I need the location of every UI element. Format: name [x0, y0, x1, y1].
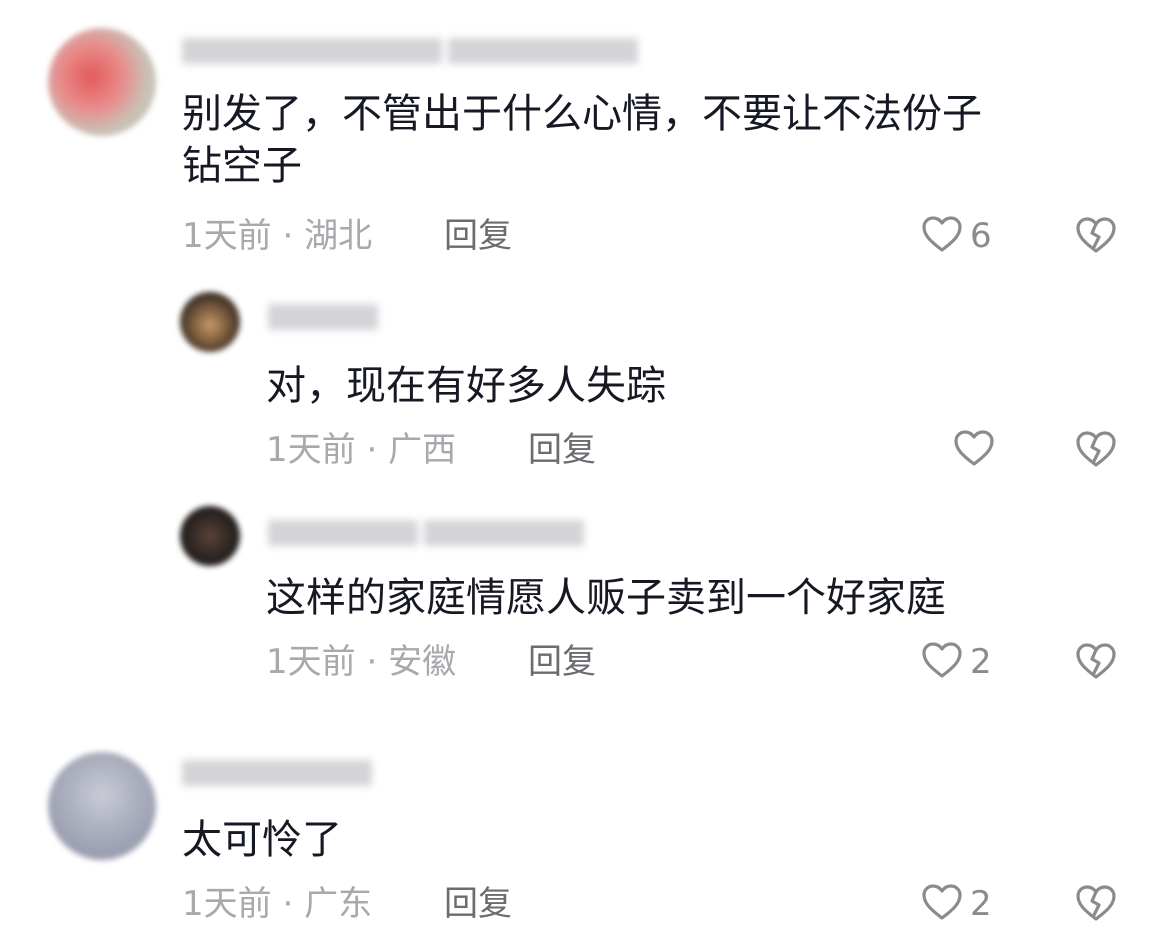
heart-icon [952, 428, 996, 472]
comment-location: 广东 [304, 884, 373, 924]
broken-heart-icon [1074, 431, 1118, 473]
reply-time: 1天前 [266, 642, 356, 682]
comment-text-line-1: 别发了，不管出于什么心情，不要让不法份子 [182, 91, 982, 137]
username-blurred[interactable] [268, 300, 388, 334]
broken-heart-icon [1074, 885, 1118, 927]
username-blurred[interactable] [182, 34, 652, 68]
reply-button[interactable]: 回复 [444, 216, 512, 256]
reply-location: 安徽 [388, 642, 457, 682]
meta-separator: · [282, 216, 294, 256]
meta-separator: · [282, 884, 294, 924]
reply-location: 广西 [388, 430, 457, 470]
dislike-button[interactable] [1074, 215, 1118, 259]
reply-button[interactable]: 回复 [528, 430, 596, 470]
like-button[interactable]: 2 [920, 638, 992, 686]
reply-1: 对，现在有好多人失踪 1天前 · 广西 回复 [0, 280, 1170, 480]
comment-text: 太可怜了 [182, 817, 342, 863]
comment-meta: 1天前 · 湖北 [182, 216, 372, 256]
reply-meta: 1天前 · 广西 [266, 430, 456, 470]
meta-separator: · [366, 642, 378, 682]
like-count: 2 [970, 884, 992, 924]
reply-text: 对，现在有好多人失踪 [266, 363, 666, 409]
heart-icon [920, 214, 964, 258]
reply-time: 1天前 [266, 430, 356, 470]
comment-time: 1天前 [182, 216, 272, 256]
comment-time: 1天前 [182, 884, 272, 924]
comment-location: 湖北 [304, 216, 373, 256]
comment-text-line-2: 钻空子 [182, 143, 302, 189]
heart-icon [920, 882, 964, 926]
reply-meta: 1天前 · 安徽 [266, 642, 456, 682]
avatar[interactable] [48, 28, 156, 136]
broken-heart-icon [1074, 217, 1118, 259]
like-count: 6 [970, 216, 992, 256]
dislike-button[interactable] [1074, 429, 1118, 473]
reply-text: 这样的家庭情愿人贩子卖到一个好家庭 [266, 575, 946, 621]
username-blurred[interactable] [182, 756, 382, 790]
avatar[interactable] [180, 506, 240, 566]
dislike-button[interactable] [1074, 641, 1118, 685]
dislike-button[interactable] [1074, 883, 1118, 927]
reply-2: 这样的家庭情愿人贩子卖到一个好家庭 1天前 · 安徽 回复 2 [0, 496, 1170, 696]
broken-heart-icon [1074, 643, 1118, 685]
avatar[interactable] [48, 752, 156, 860]
like-count: 2 [970, 642, 992, 682]
like-button[interactable]: 2 [920, 880, 992, 928]
comment-meta: 1天前 · 广东 [182, 884, 372, 924]
heart-icon [920, 640, 964, 684]
comment-text: 别发了，不管出于什么心情，不要让不法份子 钻空子 [182, 88, 982, 192]
comment-1: 别发了，不管出于什么心情，不要让不法份子 钻空子 1天前 · 湖北 回复 6 [0, 0, 1170, 270]
reply-button[interactable]: 回复 [444, 884, 512, 924]
reply-button[interactable]: 回复 [528, 642, 596, 682]
comment-2: 太可怜了 1天前 · 广东 回复 2 [0, 740, 1170, 948]
like-button[interactable]: 6 [920, 212, 992, 260]
avatar[interactable] [180, 292, 240, 352]
username-blurred[interactable] [268, 516, 598, 550]
like-button[interactable] [952, 426, 1002, 474]
meta-separator: · [366, 430, 378, 470]
